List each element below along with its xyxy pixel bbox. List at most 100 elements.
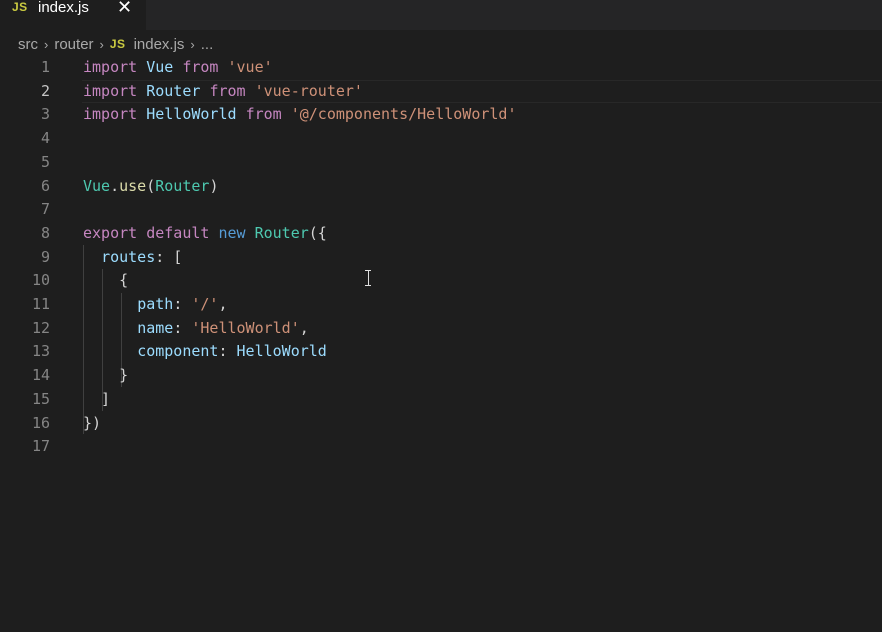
line-number: 2: [40, 81, 50, 100]
line-code: export default new Router({: [83, 222, 327, 246]
code-token: '/': [191, 295, 219, 313]
line-code: import HelloWorld from '@/components/Hel…: [83, 103, 517, 127]
code-line[interactable]: 6 Vue.use(Router): [0, 175, 882, 199]
code-line[interactable]: 15 ]: [0, 388, 882, 412]
code-token: ,: [299, 318, 309, 337]
line-number: 4: [40, 129, 50, 148]
line-number: 1: [40, 58, 50, 76]
code-token: Vue: [146, 58, 174, 76]
close-icon[interactable]: ✕: [117, 0, 132, 18]
tab-index-js[interactable]: JS index.js ✕: [0, 0, 146, 30]
code-editor[interactable]: 1 import Vue from 'vue' 2 import Router fro…: [0, 56, 882, 632]
code-line[interactable]: 3 import HelloWorld from '@/components/He…: [0, 103, 882, 127]
code-token: import: [83, 81, 138, 100]
code-line[interactable]: 17: [0, 435, 882, 459]
code-token: new: [218, 223, 246, 242]
code-token: .: [110, 176, 120, 195]
breadcrumb: src › router › JS index.js › ...: [18, 34, 213, 54]
code-token: import: [83, 58, 138, 76]
code-line[interactable]: 2 import Router from 'vue-router': [0, 79, 882, 104]
tab-label: index.js: [38, 0, 89, 16]
text-cursor-icon: [364, 270, 372, 286]
line-code: name: 'HelloWorld',: [83, 317, 309, 341]
code-line[interactable]: 8 export default new Router({: [0, 222, 882, 246]
code-token: component: [137, 342, 219, 361]
line-number: 10: [31, 271, 50, 290]
line-code: }): [83, 412, 101, 436]
code-token: import: [83, 105, 138, 124]
line-highlight: [82, 127, 882, 151]
code-token: (: [146, 176, 156, 195]
code-token: :: [173, 295, 192, 313]
line-highlight: [82, 269, 882, 293]
line-number: 16: [31, 413, 50, 432]
breadcrumb-item-file[interactable]: index.js: [134, 36, 185, 53]
line-code: Vue.use(Router): [83, 175, 218, 199]
breadcrumb-item-router[interactable]: router: [54, 36, 93, 53]
code-token: HelloWorld: [236, 342, 327, 361]
line-number: 5: [40, 152, 50, 171]
code-line[interactable]: 9 routes: [: [0, 246, 882, 270]
code-token: : [: [155, 247, 183, 266]
breadcrumb-item-symbols[interactable]: ...: [201, 36, 214, 53]
line-number: 7: [40, 200, 50, 219]
javascript-file-icon: JS: [109, 37, 126, 51]
code-token: :: [173, 318, 192, 337]
code-line[interactable]: 10 {: [0, 269, 882, 293]
line-number: 15: [31, 389, 50, 408]
code-token: ]: [83, 389, 111, 408]
code-token: Router: [254, 223, 309, 242]
code-line[interactable]: 11 path: '/',: [0, 293, 882, 317]
chevron-right-icon: ›: [44, 36, 49, 52]
code-line[interactable]: 7: [0, 198, 882, 222]
code-token: :: [218, 342, 237, 361]
line-highlight: [82, 364, 882, 388]
code-token: export: [83, 223, 138, 242]
code-token: 'vue-router': [254, 81, 363, 100]
line-number: 17: [31, 437, 50, 456]
line-code: import Router from 'vue-router': [83, 80, 363, 104]
code-token: default: [146, 223, 210, 242]
line-highlight: [82, 435, 882, 459]
code-token: '@/components/HelloWorld': [290, 105, 517, 124]
code-line[interactable]: 14 }: [0, 364, 882, 388]
line-highlight: [82, 388, 882, 412]
line-number: 12: [31, 318, 50, 337]
javascript-file-icon: JS: [12, 0, 28, 14]
code-token: ,: [218, 295, 228, 313]
line-highlight: [82, 412, 882, 436]
line-number: 6: [40, 176, 50, 195]
code-token: HelloWorld: [146, 105, 237, 124]
chevron-right-icon: ›: [190, 36, 195, 52]
code-line[interactable]: 5: [0, 151, 882, 175]
code-line[interactable]: 1 import Vue from 'vue': [0, 56, 882, 80]
breadcrumb-item-src[interactable]: src: [18, 36, 38, 53]
code-line[interactable]: 12 name: 'HelloWorld',: [0, 317, 882, 341]
code-token: 'HelloWorld': [191, 318, 300, 337]
code-line[interactable]: 16}): [0, 412, 882, 436]
line-number: 8: [40, 223, 50, 242]
line-code: import Vue from 'vue': [83, 56, 273, 80]
code-token: Router: [146, 81, 201, 100]
code-token: use: [119, 176, 147, 195]
code-line[interactable]: 4: [0, 127, 882, 151]
tab-bar: JS index.js ✕: [0, 0, 882, 30]
chevron-right-icon: ›: [99, 36, 104, 52]
code-line[interactable]: 13 component: HelloWorld: [0, 340, 882, 364]
code-token: 'vue': [227, 58, 273, 76]
code-token: Vue: [83, 176, 111, 195]
code-token: Router: [155, 176, 210, 195]
code-token: ({: [308, 223, 327, 242]
line-number: 11: [31, 295, 50, 313]
